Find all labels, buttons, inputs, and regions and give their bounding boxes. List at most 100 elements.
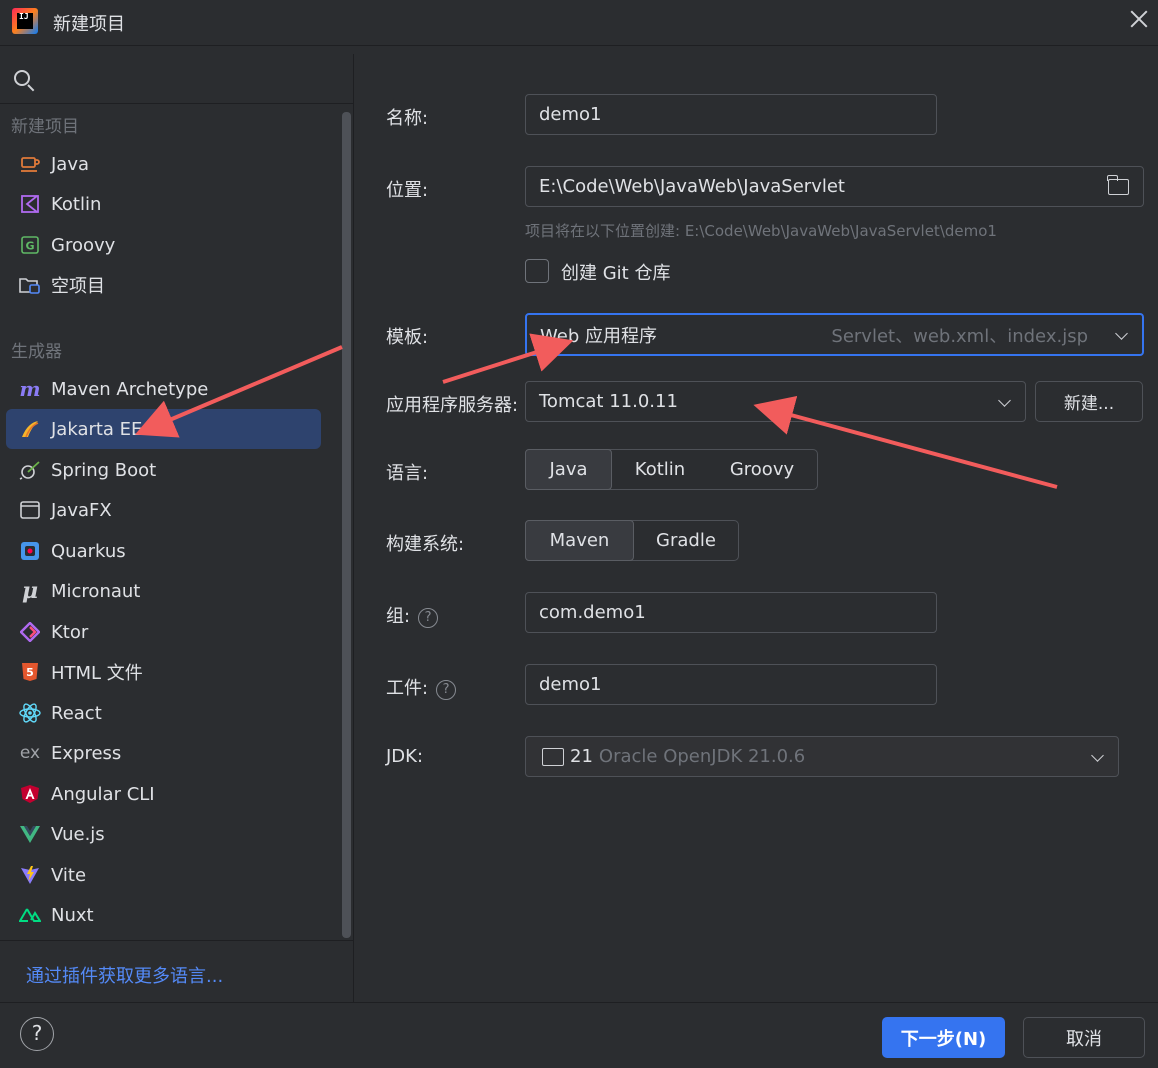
build-system-label: 构建系统: [386, 534, 465, 555]
template-dropdown[interactable]: Web 应用程序 Servlet、web.xml、index.jsp [525, 313, 1144, 356]
sidebar-item-micronaut[interactable]: μ Micronaut [6, 571, 321, 611]
chevron-down-icon [1091, 749, 1104, 762]
window-title: 新建项目 [53, 14, 125, 35]
sidebar-item-label: Quarkus [51, 540, 126, 562]
kotlin-icon [19, 193, 41, 215]
sidebar-item-label: Express [51, 742, 122, 764]
language-option-groovy[interactable]: Groovy [708, 450, 816, 489]
build-system-selector: Maven Gradle [525, 520, 739, 561]
artifact-label: 工件:? [386, 674, 457, 700]
app-server-value: Tomcat 11.0.11 [539, 391, 678, 412]
artifact-label-text: 工件: [386, 678, 429, 699]
app-server-label: 应用程序服务器: [386, 395, 519, 416]
sidebar-item-java[interactable]: Java [6, 144, 321, 184]
sidebar-item-label: Groovy [51, 234, 116, 256]
search-icon[interactable] [14, 70, 30, 86]
sidebar-item-label: Nuxt [51, 904, 94, 926]
spring-boot-icon [19, 459, 41, 481]
section-new-project: 新建项目 [11, 117, 79, 137]
sidebar-item-label: 空项目 [51, 276, 105, 297]
create-git-repo-label[interactable]: 创建 Git 仓库 [561, 259, 670, 285]
help-icon[interactable]: ? [436, 680, 457, 700]
app-server-dropdown[interactable]: Tomcat 11.0.11 [525, 381, 1026, 422]
svg-text:G: G [25, 240, 34, 253]
vite-icon [19, 864, 41, 886]
sidebar-item-label: JavaFX [51, 499, 112, 521]
group-input[interactable]: com.demo1 [525, 592, 937, 633]
sidebar-item-empty-project[interactable]: 空项目 [6, 265, 321, 305]
next-button[interactable]: 下一步(N) [882, 1017, 1005, 1058]
sidebar-item-kotlin[interactable]: Kotlin [6, 184, 321, 224]
help-icon[interactable]: ? [418, 608, 439, 628]
sidebar-item-react[interactable]: React [6, 693, 321, 733]
sidebar: 新建项目 Java Kotlin G Groovy 空项目 生成器 m Mave… [0, 54, 354, 1002]
language-option-kotlin[interactable]: Kotlin [612, 450, 708, 489]
location-label: 位置: [386, 180, 429, 201]
vue-icon [19, 823, 41, 845]
location-input[interactable]: E:\Code\Web\JavaWeb\JavaServlet [525, 166, 1144, 207]
group-label-text: 组: [386, 606, 411, 627]
new-server-button[interactable]: 新建... [1035, 381, 1143, 422]
sidebar-item-quarkus[interactable]: Quarkus [6, 531, 321, 571]
name-input[interactable]: demo1 [525, 94, 937, 135]
sidebar-item-maven-archetype[interactable]: m Maven Archetype [6, 369, 321, 409]
micronaut-icon: μ [21, 578, 39, 604]
jdk-dropdown[interactable]: 21 Oracle OpenJDK 21.0.6 [525, 736, 1119, 777]
sidebar-item-angular-cli[interactable]: Angular CLI [6, 774, 321, 814]
language-selector: Java Kotlin Groovy [525, 449, 818, 490]
chevron-down-icon [998, 394, 1011, 407]
sidebar-item-express[interactable]: ex Express [6, 733, 321, 773]
express-icon: ex [19, 742, 41, 763]
language-option-java[interactable]: Java [525, 449, 612, 490]
sidebar-item-javafx[interactable]: JavaFX [6, 490, 321, 530]
sidebar-item-label: Jakarta EE [51, 418, 143, 440]
sidebar-item-nuxt[interactable]: Nuxt [6, 895, 321, 935]
sidebar-item-jakarta-ee[interactable]: Jakarta EE [6, 409, 321, 449]
svg-text:5: 5 [26, 666, 34, 679]
sidebar-item-html[interactable]: 5 HTML 文件 [6, 652, 321, 692]
language-label: 语言: [386, 463, 429, 484]
folder-icon[interactable] [1107, 175, 1129, 195]
title-bar: IJ 新建项目 [0, 0, 1158, 46]
sidebar-item-spring-boot[interactable]: Spring Boot [6, 450, 321, 490]
empty-project-icon [19, 274, 41, 296]
artifact-input[interactable]: demo1 [525, 664, 937, 705]
java-icon [19, 153, 41, 175]
nuxt-icon [19, 904, 41, 926]
sidebar-item-label: Micronaut [51, 580, 141, 602]
section-generators: 生成器 [11, 342, 62, 362]
intellij-logo-icon: IJ [12, 8, 38, 34]
sidebar-item-vuejs[interactable]: Vue.js [6, 814, 321, 854]
groovy-icon: G [19, 234, 41, 256]
create-git-repo-checkbox[interactable] [525, 259, 549, 283]
jdk-label: JDK: [386, 746, 424, 767]
sidebar-scrollbar[interactable] [342, 112, 351, 938]
group-input-value: com.demo1 [539, 602, 646, 623]
sidebar-item-groovy[interactable]: G Groovy [6, 225, 321, 265]
build-option-gradle[interactable]: Gradle [634, 521, 738, 560]
sidebar-search[interactable] [0, 54, 354, 104]
template-hint: Servlet、web.xml、index.jsp [831, 325, 1088, 347]
quarkus-icon [19, 540, 41, 562]
location-input-value: E:\Code\Web\JavaWeb\JavaServlet [539, 176, 845, 197]
sidebar-item-ktor[interactable]: Ktor [6, 612, 321, 652]
jdk-folder-icon [542, 747, 564, 766]
help-button[interactable]: ? [20, 1017, 54, 1051]
template-value: Web 应用程序 [540, 325, 657, 347]
sidebar-item-vite[interactable]: Vite [6, 855, 321, 895]
sidebar-item-label: Spring Boot [51, 459, 157, 481]
sidebar-item-label: React [51, 702, 102, 724]
maven-icon: m [19, 377, 41, 401]
build-option-maven[interactable]: Maven [525, 520, 634, 561]
sidebar-item-label: Vite [51, 864, 87, 886]
name-label: 名称: [386, 108, 429, 129]
cancel-button[interactable]: 取消 [1023, 1017, 1145, 1058]
jdk-name: Oracle OpenJDK 21.0.6 [598, 746, 806, 767]
javafx-icon [19, 499, 41, 521]
get-more-languages-link[interactable]: 通过插件获取更多语言... [26, 962, 223, 988]
template-label: 模板: [386, 327, 429, 348]
sidebar-item-label: Angular CLI [51, 783, 155, 805]
dialog-footer: ? 下一步(N) 取消 [0, 1002, 1158, 1068]
divider [0, 940, 354, 941]
close-icon[interactable] [1128, 8, 1150, 30]
